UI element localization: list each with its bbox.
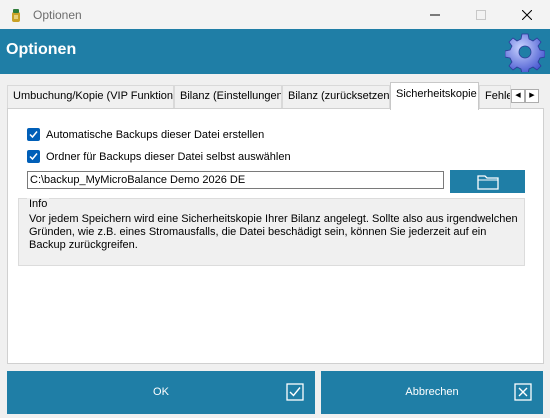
page-title: Optionen: [6, 41, 77, 58]
auto-backup-checkbox[interactable]: [27, 128, 40, 141]
minimize-button[interactable]: [412, 0, 458, 29]
custom-folder-label: Ordner für Backups dieser Datei selbst a…: [46, 150, 291, 163]
tab-label: Bilanz (Einstellungen): [180, 90, 282, 102]
cancel-button[interactable]: Abbrechen: [321, 371, 543, 414]
tab-label: Bilanz (zurücksetzen): [288, 90, 390, 102]
close-icon: [522, 9, 532, 20]
tab-label: Umbuchung/Kopie (VIP Funktion): [13, 90, 174, 102]
dialog-header: Optionen: [0, 29, 550, 74]
tab-strip: Umbuchung/Kopie (VIP Funktion) Bilanz (E…: [7, 82, 544, 110]
tab-label: Fehle: [485, 90, 511, 102]
info-text: Vor jedem Speichern wird eine Sicherheit…: [29, 213, 518, 251]
info-heading: Info: [27, 198, 50, 210]
close-window-button[interactable]: [504, 0, 550, 29]
maximize-icon: [476, 9, 486, 20]
app-icon: [12, 8, 20, 22]
ok-button-label: OK: [153, 386, 169, 398]
backup-path-input[interactable]: [27, 171, 444, 189]
info-groupbox: Info Vor jedem Speichern wird eine Siche…: [18, 198, 525, 266]
browse-folder-button[interactable]: [450, 170, 525, 193]
window-titlebar: Optionen: [0, 0, 550, 29]
chevron-right-icon: ▶: [529, 92, 535, 99]
tab-fehler[interactable]: Fehle: [479, 85, 511, 109]
auto-backup-label: Automatische Backups dieser Datei erstel…: [46, 128, 265, 141]
tab-bilanz-zuruecksetzen[interactable]: Bilanz (zurücksetzen): [282, 85, 390, 109]
gear-icon: [505, 33, 545, 72]
chevron-left-icon: ◀: [515, 92, 521, 99]
check-icon: [29, 131, 38, 139]
tab-sicherheitskopie[interactable]: Sicherheitskopie: [390, 82, 479, 110]
ok-button[interactable]: OK: [7, 371, 315, 414]
tab-scroll-right-button[interactable]: ▶: [525, 89, 539, 103]
tab-scroll-left-button[interactable]: ◀: [511, 89, 525, 103]
check-icon: [29, 153, 38, 161]
folder-icon: [476, 174, 499, 190]
custom-folder-checkbox[interactable]: [27, 150, 40, 163]
tab-label: Sicherheitskopie: [396, 88, 477, 100]
tab-bilanz-einstellungen[interactable]: Bilanz (Einstellungen): [174, 85, 282, 109]
cancel-button-label: Abbrechen: [405, 386, 459, 398]
tab-umbuchung[interactable]: Umbuchung/Kopie (VIP Funktion): [7, 85, 174, 109]
custom-folder-option[interactable]: Ordner für Backups dieser Datei selbst a…: [27, 150, 291, 163]
maximize-button[interactable]: [458, 0, 504, 29]
auto-backup-option[interactable]: Automatische Backups dieser Datei erstel…: [27, 128, 264, 141]
window-title: Optionen: [33, 7, 82, 22]
checkbox-check-icon: [286, 383, 304, 401]
checkbox-x-icon: [514, 383, 532, 401]
minimize-icon: [430, 14, 440, 15]
